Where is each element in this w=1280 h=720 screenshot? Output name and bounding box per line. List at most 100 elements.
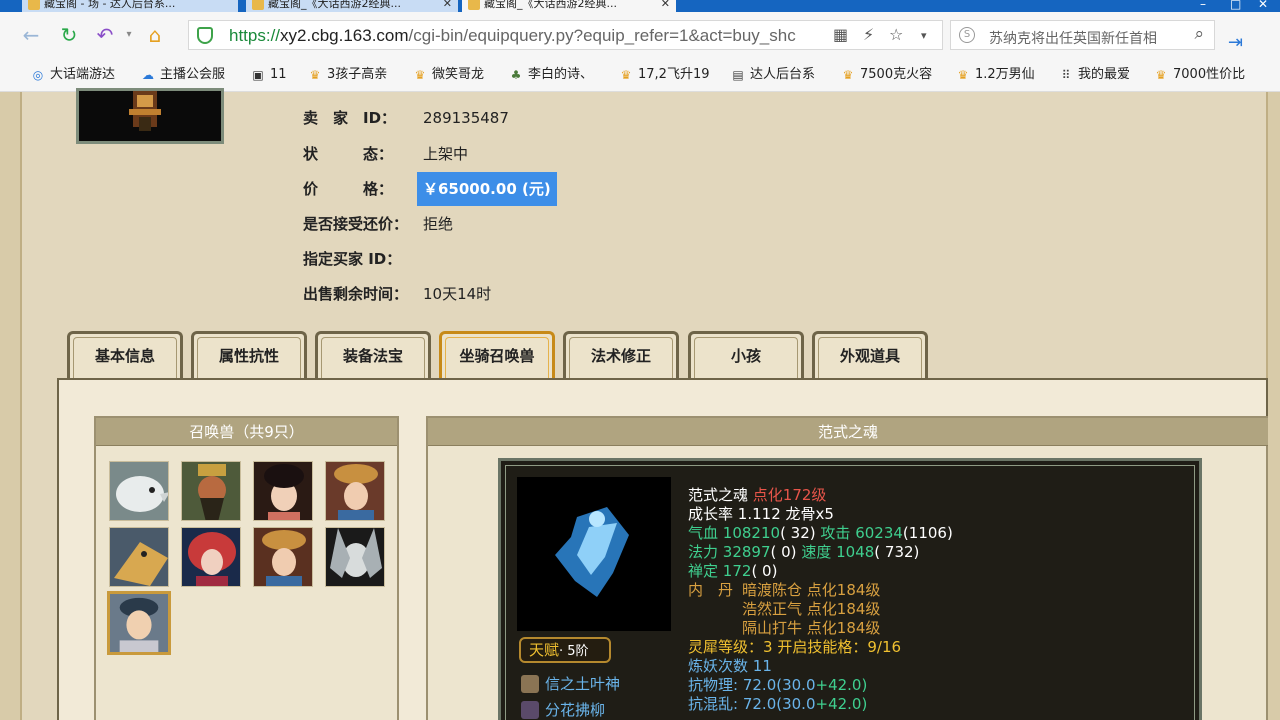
atk-value: 60234 — [855, 524, 903, 542]
refresh-icon[interactable]: ↻ — [56, 22, 82, 48]
pet-slot-white-wolf[interactable] — [109, 461, 169, 521]
back-icon[interactable]: ← — [18, 22, 44, 48]
bookmark-label: 17,2飞升19 — [638, 67, 710, 82]
browser-tab-1[interactable]: 藏宝阁 - 场 - 达人后台系... — [22, 0, 238, 12]
bargain-label: 是否接受还价： — [303, 215, 409, 233]
spd-label: 速度 — [801, 543, 832, 561]
pets-header: 召唤兽（共9只） — [96, 418, 397, 446]
neidan-name: 隔山打牛 — [742, 619, 803, 637]
tab-mounts-pets[interactable]: 坐骑召唤兽 — [439, 331, 555, 379]
growth-extra: 龙骨x5 — [785, 505, 834, 523]
maximize-icon[interactable]: □ — [1230, 0, 1241, 11]
qr-code-icon[interactable]: ▦ — [833, 25, 848, 44]
tab-appearance[interactable]: 外观道具 — [812, 331, 928, 379]
url-text: https://xy2.cbg.163.com/cgi-bin/equipque… — [229, 26, 796, 46]
tab-equipment[interactable]: 装备法宝 — [315, 331, 431, 379]
url-scheme: https:// — [229, 26, 281, 45]
pet-slot-girl[interactable] — [253, 461, 313, 521]
search-input[interactable]: S 苏纳克将出任英国新任首相 ⌕ — [950, 20, 1215, 50]
bookmark-label: 1.2万男仙 — [975, 67, 1035, 82]
pet-slot-guan-yu[interactable] — [181, 461, 241, 521]
resist-chaos-value: 72.0(30.0 — [742, 695, 816, 713]
page-left-border — [0, 92, 22, 720]
tab-child[interactable]: 小孩 — [688, 331, 804, 379]
bookmark-item[interactable]: ♣ 李白的诗、 — [508, 66, 593, 84]
pet-detail-header: 范式之魂 — [428, 418, 1268, 446]
mp-extra: ( 0) — [770, 543, 797, 561]
tab-basic-info[interactable]: 基本信息 — [67, 331, 183, 379]
lightning-icon[interactable]: ⚡ — [863, 25, 874, 44]
bookmark-item[interactable]: ▣ 11 — [250, 66, 286, 84]
spd-extra: ( 732) — [874, 543, 920, 561]
url-host: xy2.cbg.163.com — [280, 26, 409, 45]
zen-label: 禅定 — [688, 562, 719, 580]
hp-extra: ( 32) — [780, 524, 816, 542]
pale-face-icon — [326, 528, 384, 586]
time-left-value: 10天14时 — [423, 285, 492, 303]
bookmark-item[interactable]: ♛ 微笑哥龙 — [412, 66, 484, 84]
atk-label: 攻击 — [820, 524, 851, 542]
neidan-1: 暗渡陈仓 点化184级 — [742, 581, 880, 600]
login-icon[interactable]: ⇥ — [1228, 32, 1243, 53]
pets-panel: 召唤兽（共9只） — [94, 416, 399, 720]
resist-physical-label: 抗物理: — [688, 676, 739, 694]
pet-slot-young-warrior[interactable] — [107, 591, 171, 655]
cloud-icon: ☁ — [142, 68, 154, 82]
star-icon[interactable]: ☆ — [889, 25, 903, 44]
designated-buyer-label: 指定买家 ID： — [303, 250, 402, 268]
pet-slot-pale-face[interactable] — [325, 527, 385, 587]
mp-spd-line: 法力 32897( 0) 速度 1048( 732) — [688, 543, 919, 562]
close-window-icon[interactable]: ✕ — [1258, 0, 1268, 11]
bookmark-item[interactable]: ♛ 7000性价比 — [1153, 66, 1245, 84]
pet-slot-dancer[interactable] — [325, 461, 385, 521]
browser-tab-2[interactable]: 藏宝阁_《大话西游2经典... ✕ — [246, 0, 458, 12]
talent-badge[interactable]: 天赋· 5阶 — [519, 637, 611, 663]
browser-tab-strip: 藏宝阁 - 场 - 达人后台系... 藏宝阁_《大话西游2经典... ✕ 藏宝阁… — [0, 0, 1280, 12]
address-bar: ← ↻ ↶ ▾ ⌂ https://xy2.cbg.163.com/cgi-bi… — [0, 12, 1280, 58]
minimize-icon[interactable]: – — [1200, 0, 1206, 11]
search-icon[interactable]: ⌕ — [1194, 24, 1204, 44]
undo-icon[interactable]: ↶ — [92, 22, 118, 48]
bookmark-item[interactable]: ☁ 主播公会服 — [140, 66, 225, 84]
window-controls: – □ ✕ — [1190, 0, 1280, 11]
bookmark-label: 我的最爱 — [1078, 67, 1131, 82]
bookmark-item[interactable]: ♛ 3孩子高亲 — [307, 66, 388, 84]
skill-row-1[interactable]: 信之土叶神 — [521, 673, 620, 695]
pet-slot-golden-bird[interactable] — [109, 527, 169, 587]
home-icon[interactable]: ⌂ — [142, 22, 168, 48]
bookmark-item[interactable]: ◎ 大话端游达 — [30, 66, 115, 84]
bookmark-item[interactable]: ♛ 1.2万男仙 — [955, 66, 1035, 84]
skill-row-2[interactable]: 分花拂柳 — [521, 699, 605, 720]
neidan-line-3: 隔山打牛 点化184级 — [742, 619, 880, 638]
undo-dropdown-icon[interactable]: ▾ — [116, 22, 142, 48]
atk-extra: (1106) — [902, 524, 953, 542]
seller-id-value: 289135487 — [423, 109, 509, 127]
bookmark-item[interactable]: ♛ 7500克火容 — [840, 66, 932, 84]
tab-favicon-icon — [468, 0, 480, 10]
tab-attributes[interactable]: 属性抗性 — [191, 331, 307, 379]
bookmark-item[interactable]: ♛ 17,2飞升19 — [618, 66, 710, 84]
price-value[interactable]: ￥65000.00 (元) — [417, 172, 557, 206]
bookmark-item[interactable]: ▤ 达人后台系 — [730, 66, 815, 84]
neidan-name: 浩然正气 — [742, 600, 803, 618]
pet-name-level: 点化172级 — [752, 486, 827, 504]
tab-close-icon[interactable]: ✕ — [661, 0, 670, 12]
url-path: /cgi-bin/equipquery.py?equip_refer=1&act… — [408, 26, 796, 45]
url-input[interactable]: https://xy2.cbg.163.com/cgi-bin/equipque… — [188, 20, 943, 50]
bookmark-label: 李白的诗、 — [528, 67, 594, 82]
tab-close-icon[interactable]: ✕ — [443, 0, 452, 12]
character-figure-icon — [129, 91, 161, 131]
bookmark-item[interactable]: ⠿ 我的最爱 — [1058, 66, 1130, 84]
url-dropdown-icon[interactable]: ▾ — [921, 29, 927, 42]
pet-slot-red-hair[interactable] — [181, 527, 241, 587]
doc-icon: ▤ — [732, 68, 744, 82]
pet-slot-dancer-2[interactable] — [253, 527, 313, 587]
bookmark-label: 主播公会服 — [160, 67, 226, 82]
browser-tab-3[interactable]: 藏宝阁_《大话西游2经典... ✕ — [462, 0, 676, 12]
crown-icon: ♛ — [957, 68, 969, 82]
tab-spell-fix[interactable]: 法术修正 — [563, 331, 679, 379]
spirit-figure-icon — [517, 477, 671, 631]
resist-chaos-plus: +42.0) — [815, 695, 868, 713]
hp-label: 气血 — [688, 524, 719, 542]
refine-value: 11 — [752, 657, 772, 675]
